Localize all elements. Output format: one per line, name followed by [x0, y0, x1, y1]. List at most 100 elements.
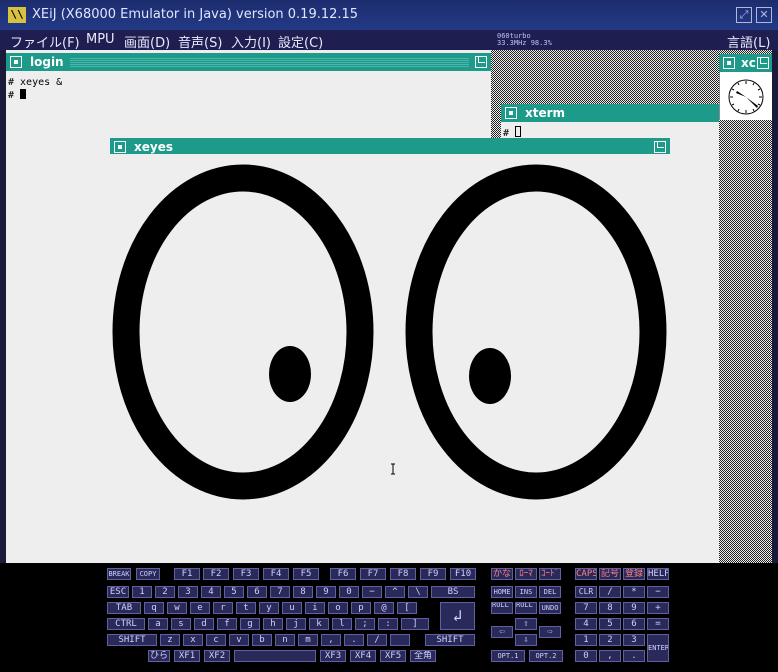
key-xf3[interactable]: XF3: [320, 650, 346, 662]
key-w[interactable]: w: [167, 602, 187, 614]
key-break[interactable]: BREAK: [107, 568, 131, 580]
arrow-up-icon[interactable]: ⇧: [515, 618, 537, 630]
key-3[interactable]: 3: [178, 586, 198, 598]
key-7[interactable]: 7: [270, 586, 290, 598]
window-menu-icon[interactable]: [10, 56, 22, 68]
key-1[interactable]: 1: [132, 586, 152, 598]
key-5[interactable]: 5: [224, 586, 244, 598]
key-e[interactable]: e: [190, 602, 210, 614]
key-kana[interactable]: かな: [491, 568, 513, 580]
key-9[interactable]: 9: [316, 586, 336, 598]
key-esc[interactable]: ESC: [107, 586, 129, 598]
key-xf2[interactable]: XF2: [204, 650, 230, 662]
key-q[interactable]: q: [144, 602, 164, 614]
key-romaji[interactable]: ﾛｰﾏ: [515, 568, 537, 580]
key-num-4[interactable]: 4: [575, 618, 597, 630]
xterm-title-bar[interactable]: xterm: [501, 104, 719, 122]
menu-settings[interactable]: 設定(C): [278, 32, 323, 51]
key-v[interactable]: v: [229, 634, 249, 646]
key-bracket-open[interactable]: [: [397, 602, 417, 614]
key-r[interactable]: r: [213, 602, 233, 614]
key-6[interactable]: 6: [247, 586, 267, 598]
key-code[interactable]: ｺｰﾄﾞ: [539, 568, 561, 580]
window-menu-icon[interactable]: [723, 57, 735, 69]
key-kigou[interactable]: 記号: [599, 568, 621, 580]
key-copy[interactable]: COPY: [136, 568, 160, 580]
key-at[interactable]: @: [374, 602, 394, 614]
key-m[interactable]: m: [298, 634, 318, 646]
key-num-comma[interactable]: ,: [599, 650, 621, 662]
key-ins[interactable]: INS: [515, 586, 537, 598]
key-f[interactable]: f: [217, 618, 237, 630]
maximize-window-icon[interactable]: [757, 57, 769, 69]
key-num-6[interactable]: 6: [623, 618, 645, 630]
key-num-2[interactable]: 2: [599, 634, 621, 646]
key-enter[interactable]: ENTER: [647, 634, 669, 662]
key-i[interactable]: i: [305, 602, 325, 614]
key-o[interactable]: o: [328, 602, 348, 614]
key-num-plus[interactable]: +: [647, 602, 669, 614]
key-2[interactable]: 2: [155, 586, 175, 598]
key-comma[interactable]: ,: [321, 634, 341, 646]
key-f6[interactable]: F6: [330, 568, 356, 580]
menu-display[interactable]: 画面(D): [124, 32, 170, 51]
host-title-bar[interactable]: \\ XEiJ (X68000 Emulator in Java) versio…: [0, 0, 778, 30]
key-num-0[interactable]: 0: [575, 650, 597, 662]
key-opt1[interactable]: OPT.1: [491, 650, 525, 662]
key-f4[interactable]: F4: [263, 568, 289, 580]
key-del[interactable]: DEL: [539, 586, 561, 598]
key-shift-right[interactable]: SHIFT: [425, 634, 475, 646]
menu-file[interactable]: ファイル(F): [10, 32, 80, 51]
maximize-window-icon[interactable]: [654, 141, 666, 153]
key-bracket-close[interactable]: ]: [401, 618, 429, 630]
key-num-9[interactable]: 9: [623, 602, 645, 614]
key-semicolon[interactable]: ;: [355, 618, 375, 630]
key-f8[interactable]: F8: [390, 568, 416, 580]
key-xf4[interactable]: XF4: [350, 650, 376, 662]
key-touroku[interactable]: 登録: [623, 568, 645, 580]
key-roll-up[interactable]: ROLL UP: [491, 602, 513, 614]
key-underscore[interactable]: [390, 634, 410, 646]
key-num-1[interactable]: 1: [575, 634, 597, 646]
key-yen[interactable]: \: [408, 586, 428, 598]
key-num-period[interactable]: .: [623, 650, 645, 662]
key-f9[interactable]: F9: [420, 568, 446, 580]
maximize-icon[interactable]: ⤢: [736, 7, 752, 23]
key-clr[interactable]: CLR: [575, 586, 597, 598]
key-l[interactable]: l: [332, 618, 352, 630]
key-0[interactable]: 0: [339, 586, 359, 598]
key-f3[interactable]: F3: [233, 568, 259, 580]
key-f10[interactable]: F10: [450, 568, 476, 580]
key-4[interactable]: 4: [201, 586, 221, 598]
key-zenkaku[interactable]: 全角: [410, 650, 436, 662]
key-num-3[interactable]: 3: [623, 634, 645, 646]
key-slash[interactable]: /: [367, 634, 387, 646]
key-num-equals[interactable]: =: [647, 618, 669, 630]
key-caps[interactable]: CAPS: [575, 568, 597, 580]
key-g[interactable]: g: [240, 618, 260, 630]
key-ctrl[interactable]: CTRL: [107, 618, 145, 630]
window-menu-icon[interactable]: [505, 107, 517, 119]
key-p[interactable]: p: [351, 602, 371, 614]
menu-sound[interactable]: 音声(S): [178, 32, 222, 51]
key-num-7[interactable]: 7: [575, 602, 597, 614]
key-caret[interactable]: ^: [385, 586, 405, 598]
key-s[interactable]: s: [171, 618, 191, 630]
login-title-bar[interactable]: login: [6, 53, 491, 71]
key-x[interactable]: x: [183, 634, 203, 646]
key-c[interactable]: c: [206, 634, 226, 646]
window-menu-icon[interactable]: [114, 141, 126, 153]
key-b[interactable]: b: [252, 634, 272, 646]
key-return[interactable]: ↲: [440, 602, 475, 630]
key-z[interactable]: z: [160, 634, 180, 646]
key-hira[interactable]: ひら: [148, 650, 170, 662]
key-j[interactable]: j: [286, 618, 306, 630]
maximize-window-icon[interactable]: [475, 56, 487, 68]
arrow-down-icon[interactable]: ⇩: [515, 634, 537, 646]
key-h[interactable]: h: [263, 618, 283, 630]
key-f1[interactable]: F1: [174, 568, 200, 580]
menu-language[interactable]: 言語(L): [727, 32, 770, 51]
key-f5[interactable]: F5: [293, 568, 319, 580]
login-terminal[interactable]: # xeyes & #: [8, 77, 62, 102]
key-8[interactable]: 8: [293, 586, 313, 598]
